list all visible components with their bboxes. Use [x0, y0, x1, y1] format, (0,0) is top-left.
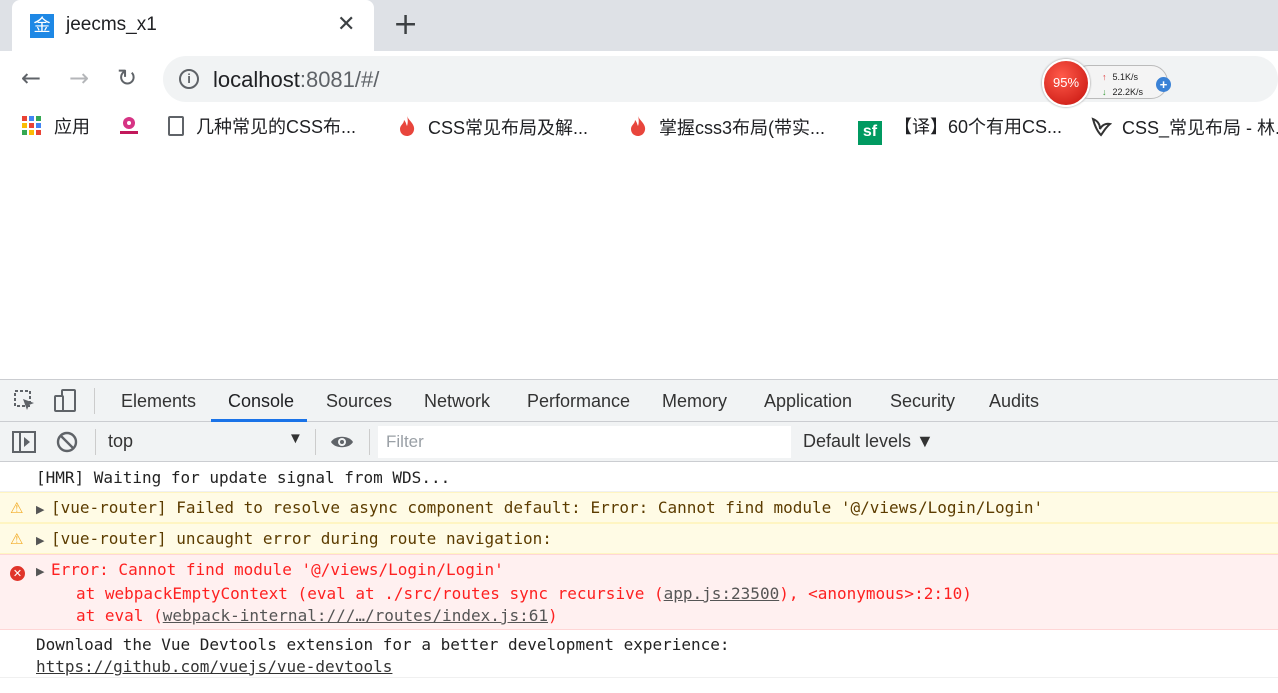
devtools-tab-bar: Elements Console Sources Network Perform…: [0, 380, 1278, 422]
bookmark-css-common-layout[interactable]: CSS常见布局及解...: [398, 115, 588, 141]
expand-triangle-icon[interactable]: ▶: [36, 499, 47, 521]
upload-arrow-icon: ↑: [1102, 72, 1107, 82]
tab-sources[interactable]: Sources: [326, 391, 392, 412]
bookmark-60-useful-css[interactable]: sf 【译】60个有用CS...: [858, 115, 1062, 145]
sf-icon: sf: [858, 121, 882, 145]
flame-icon: [629, 115, 647, 142]
tab-title: jeecms_x1: [66, 14, 157, 35]
download-speed: ↓ 22.2K/s: [1102, 87, 1144, 97]
toolbar-divider: [369, 429, 370, 455]
flame-icon: [398, 115, 416, 142]
console-toolbar: top ▼ Filter Default levels ▼: [0, 422, 1278, 462]
toolbar-divider: [315, 429, 316, 455]
flower-logo-icon: [117, 115, 138, 135]
source-link[interactable]: app.js:23500: [664, 584, 780, 603]
warning-icon: ⚠: [10, 530, 24, 548]
tab-performance[interactable]: Performance: [527, 391, 630, 412]
speed-percent-badge: 95%: [1042, 59, 1090, 107]
console-error[interactable]: ✕ ▶ Error: Cannot find module '@/views/Lo…: [0, 554, 1278, 630]
url-path: :8081/#/: [299, 67, 380, 92]
document-icon: [168, 116, 184, 136]
expand-triangle-icon[interactable]: ▶: [36, 530, 47, 552]
console-warning[interactable]: ⚠ ▶ [vue-router] uncaught error during ro…: [0, 523, 1278, 554]
bookmark-css-common-layout-lin[interactable]: CSS_常见布局 - 林.: [1090, 115, 1278, 141]
bookmark-css-layouts[interactable]: 几种常见的CSS布...: [168, 115, 356, 141]
tab-console[interactable]: Console: [228, 391, 294, 412]
upload-speed: ↑ 5.1K/s: [1102, 72, 1139, 82]
bookmarks-bar: 应用 几种常见的CSS布... CSS常见布局及解... 掌握css3布局(带实…: [0, 105, 1278, 149]
console-filter-input[interactable]: Filter: [378, 426, 791, 458]
toolbar-divider: [94, 388, 95, 414]
back-button[interactable]: ←: [21, 63, 41, 93]
eye-icon[interactable]: [330, 432, 354, 457]
clear-console-icon[interactable]: [56, 431, 78, 458]
console-message: Download the Vue Devtools extension for …: [0, 630, 1278, 678]
bookmark-apps[interactable]: 应用: [22, 115, 90, 141]
network-speed-widget[interactable]: 95% ↑ 5.1K/s ↓ 22.2K/s +: [1042, 59, 1171, 107]
tab-elements[interactable]: Elements: [121, 391, 196, 412]
device-toolbar-icon[interactable]: [53, 389, 77, 418]
tab-memory[interactable]: Memory: [662, 391, 727, 412]
tab-security[interactable]: Security: [890, 391, 955, 412]
tab-audits[interactable]: Audits: [989, 391, 1039, 412]
reload-button[interactable]: ↻: [117, 63, 137, 93]
site-info-icon[interactable]: i: [179, 69, 199, 89]
log-levels-dropdown[interactable]: Default levels ▼: [803, 431, 934, 452]
source-link[interactable]: webpack-internal:///…/routes/index.js:61: [163, 606, 548, 625]
tab-strip: 金 jeecms_x1 ✕ +: [0, 0, 1278, 51]
bookmark-flower-site[interactable]: [117, 115, 149, 141]
warning-icon: ⚠: [10, 499, 24, 517]
forward-button[interactable]: →: [69, 63, 89, 93]
tab-application[interactable]: Application: [764, 391, 852, 412]
devtools-panel: Elements Console Sources Network Perform…: [0, 379, 1278, 693]
speed-plus-icon[interactable]: +: [1156, 77, 1171, 92]
url-text[interactable]: localhost:8081/#/: [213, 67, 379, 93]
vue-devtools-link[interactable]: https://github.com/vuejs/vue-devtools: [36, 656, 1278, 678]
apps-grid-icon: [22, 116, 42, 136]
browser-tab[interactable]: 金 jeecms_x1 ✕: [12, 0, 374, 51]
close-tab-icon[interactable]: ✕: [337, 12, 355, 38]
show-sidebar-icon[interactable]: [12, 431, 36, 458]
new-tab-button[interactable]: +: [393, 9, 418, 41]
download-arrow-icon: ↓: [1102, 87, 1107, 97]
context-select[interactable]: top: [108, 431, 133, 452]
error-icon: ✕: [10, 566, 25, 581]
tab-network[interactable]: Network: [424, 391, 490, 412]
bird-icon: [1090, 115, 1113, 137]
toolbar-divider: [95, 429, 96, 455]
url-host: localhost: [213, 67, 300, 92]
console-warning[interactable]: ⚠ ▶ [vue-router] Failed to resolve async …: [0, 492, 1278, 523]
bookmark-css3-layout[interactable]: 掌握css3布局(带实...: [629, 115, 825, 141]
console-messages: [HMR] Waiting for update signal from WDS…: [0, 463, 1278, 678]
console-message: [HMR] Waiting for update signal from WDS…: [0, 463, 1278, 492]
chevron-down-icon[interactable]: ▼: [288, 430, 303, 447]
expand-triangle-icon[interactable]: ▶: [36, 561, 47, 583]
inspect-element-icon[interactable]: [14, 390, 36, 417]
jeecms-favicon-icon: 金: [30, 14, 54, 38]
